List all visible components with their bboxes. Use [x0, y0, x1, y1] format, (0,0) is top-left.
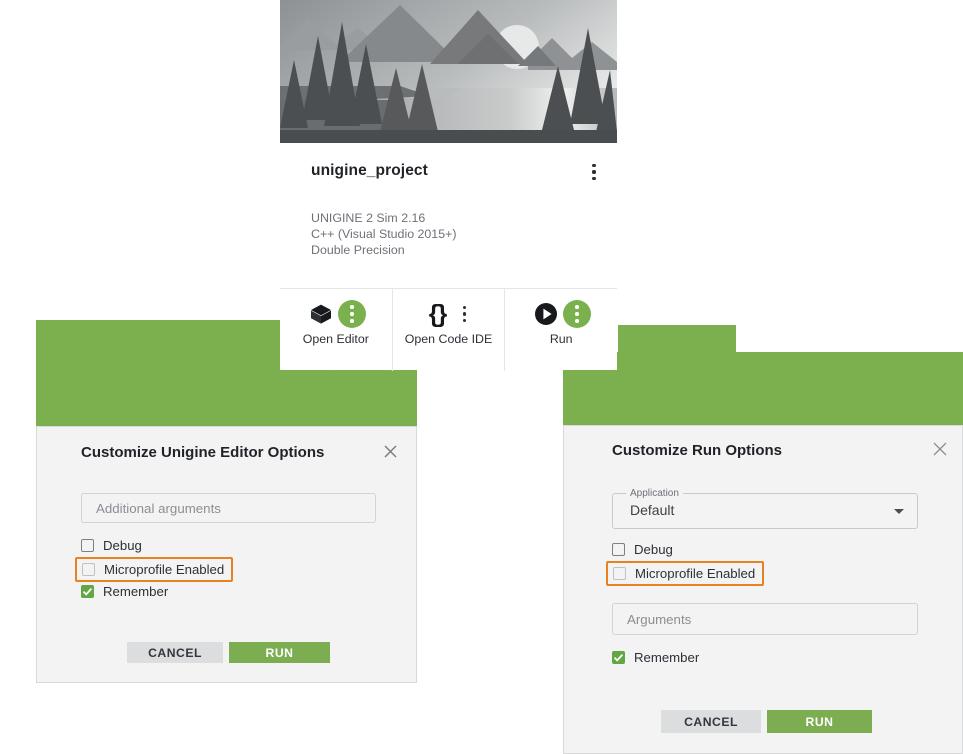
run-menu-icon[interactable]: [563, 300, 592, 328]
action-open-code-ide-label: Open Code IDE: [404, 332, 493, 346]
dialog-title: Customize Run Options: [612, 442, 782, 459]
application-select[interactable]: Application Default: [612, 487, 918, 529]
meta-engine-version: UNIGINE 2 Sim 2.16: [311, 211, 426, 225]
dot: [462, 306, 467, 310]
cube-icon: [306, 299, 336, 329]
open-code-ide-menu-icon[interactable]: [455, 302, 475, 326]
action-open-editor-label: Open Editor: [302, 332, 369, 346]
checkbox-debug-label: Debug: [634, 542, 673, 557]
checkbox-debug-label: Debug: [103, 538, 142, 553]
project-metadata: UNIGINE 2 Sim 2.16 C++ (Visual Studio 20…: [311, 211, 456, 258]
callout-highlight-run-main: [563, 352, 963, 436]
checkbox-debug[interactable]: Debug: [612, 542, 673, 557]
checkbox-remember[interactable]: Remember: [612, 650, 699, 665]
close-icon[interactable]: [377, 438, 403, 464]
checkbox-box: [82, 563, 95, 576]
dot: [462, 312, 467, 316]
callout-highlight-editor-top: [36, 320, 281, 371]
chevron-down-icon: [894, 509, 904, 514]
dot: [592, 177, 596, 181]
dot: [575, 319, 579, 323]
cancel-button[interactable]: CANCEL: [127, 642, 223, 663]
action-run-label: Run: [549, 332, 573, 346]
meta-language: C++ (Visual Studio 2015+): [311, 226, 457, 241]
dot: [350, 305, 354, 309]
open-editor-menu-icon[interactable]: [337, 300, 366, 328]
dot: [462, 318, 467, 322]
checkbox-box: [613, 567, 626, 580]
dot: [575, 305, 579, 309]
project-title-row: unigine_project: [280, 152, 617, 192]
run-button[interactable]: RUN: [767, 710, 872, 733]
action-run[interactable]: Run: [504, 289, 617, 371]
checkbox-debug[interactable]: Debug: [81, 538, 142, 553]
additional-arguments-input[interactable]: Additional arguments: [81, 493, 376, 523]
dot: [350, 312, 354, 316]
customize-run-options-dialog: Customize Run Options Application Defaul…: [563, 425, 963, 754]
application-select-label: Application: [626, 487, 683, 500]
dot: [350, 319, 354, 323]
checkbox-remember-label: Remember: [103, 584, 169, 599]
play-icon: [531, 299, 561, 329]
dialog-title: Customize Unigine Editor Options: [81, 444, 325, 461]
arguments-placeholder: Arguments: [627, 611, 692, 627]
cancel-button[interactable]: CANCEL: [661, 710, 761, 733]
action-open-editor[interactable]: Open Editor: [280, 289, 392, 371]
close-icon[interactable]: [927, 436, 953, 462]
application-select-value: Default: [630, 502, 675, 518]
run-button[interactable]: RUN: [229, 642, 330, 663]
page-title: unigine_project: [311, 162, 428, 179]
customize-editor-options-dialog: Customize Unigine Editor Options Additio…: [36, 426, 417, 683]
project-action-bar: Open Editor {} Open Code IDE Run: [280, 288, 617, 371]
checkbox-box: [612, 543, 625, 556]
checkbox-microprofile-enabled[interactable]: Microprofile Enabled: [75, 557, 234, 582]
project-card: unigine_project UNIGINE 2 Sim 2.16 C++ (…: [280, 0, 617, 371]
action-open-code-ide[interactable]: {} Open Code IDE: [391, 289, 505, 371]
checkbox-remember-label: Remember: [634, 650, 700, 665]
checkbox-box: [612, 651, 625, 664]
braces-icon: {}: [428, 299, 447, 328]
checkbox-microprofile-label: Microprofile Enabled: [104, 562, 225, 577]
checkbox-microprofile-label: Microprofile Enabled: [635, 566, 756, 581]
dot: [592, 163, 596, 167]
meta-precision: Double Precision: [311, 242, 405, 257]
checkbox-box: [81, 585, 94, 598]
additional-arguments-placeholder: Additional arguments: [96, 500, 221, 516]
project-thumbnail: [280, 0, 617, 143]
checkbox-remember[interactable]: Remember: [81, 584, 168, 599]
checkbox-microprofile-enabled[interactable]: Microprofile Enabled: [606, 561, 765, 586]
dot: [592, 170, 596, 174]
checkbox-box: [81, 539, 94, 552]
dot: [575, 312, 579, 316]
arguments-input[interactable]: Arguments: [612, 603, 918, 635]
more-vert-icon[interactable]: [580, 158, 608, 186]
